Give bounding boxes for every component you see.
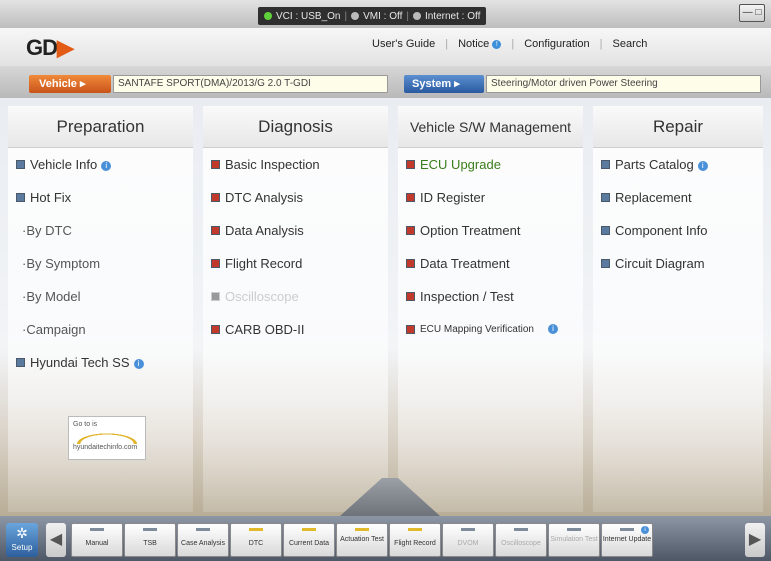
system-button[interactable]: System ▸ bbox=[404, 75, 484, 93]
gds-logo: GD▶ bbox=[26, 35, 74, 60]
data-analysis-item[interactable]: Data Analysis bbox=[203, 214, 388, 247]
main-panel: Preparation Vehicle Info i Hot Fix ·By DT… bbox=[0, 98, 771, 516]
vehicle-sw-management-column: Vehicle S/W Management ECU Upgrade ID Re… bbox=[398, 106, 583, 512]
vci-status: VCI : USB_On bbox=[276, 10, 341, 22]
scroll-left-button[interactable]: ◀ bbox=[46, 523, 66, 557]
connection-status-strip: VCI : USB_On | VMI : Off | Internet : Of… bbox=[258, 7, 487, 25]
blue-square-icon bbox=[16, 193, 25, 202]
repair-heading: Repair bbox=[593, 106, 763, 148]
current-data-tool[interactable]: Current Data bbox=[283, 523, 335, 557]
blue-square-icon bbox=[601, 259, 610, 268]
red-square-icon bbox=[211, 259, 220, 268]
notice-badge-icon: ! bbox=[492, 39, 502, 49]
hyundai-techinfo-logo[interactable]: Go to is hyundaitechinfo.com bbox=[68, 416, 146, 460]
red-square-icon bbox=[211, 193, 220, 202]
blue-square-icon bbox=[601, 193, 610, 202]
vehicle-system-bar: Vehicle ▸ SANTAFE SPORT(DMA)/2013/G 2.0 … bbox=[0, 66, 771, 98]
blue-square-icon bbox=[16, 160, 25, 169]
diagnosis-heading: Diagnosis bbox=[203, 106, 388, 148]
internet-status-icon bbox=[412, 12, 421, 20]
vehicle-info-item[interactable]: Vehicle Info i bbox=[8, 148, 193, 181]
red-square-icon bbox=[406, 160, 415, 169]
id-register-item[interactable]: ID Register bbox=[398, 181, 583, 214]
case-analysis-tool[interactable]: Case Analysis bbox=[177, 523, 229, 557]
blue-square-icon bbox=[601, 226, 610, 235]
by-symptom-item[interactable]: ·By Symptom bbox=[8, 247, 193, 280]
diagnosis-column: Diagnosis Basic Inspection DTC Analysis … bbox=[203, 106, 388, 512]
vmi-status: VMI : Off bbox=[363, 10, 403, 22]
info-icon: i bbox=[101, 160, 112, 171]
users-guide-link[interactable]: User's Guide bbox=[372, 38, 435, 50]
parts-catalog-item[interactable]: Parts Catalog i bbox=[593, 148, 763, 181]
preparation-heading: Preparation bbox=[8, 106, 193, 148]
vci-status-icon bbox=[264, 12, 272, 20]
option-treatment-item[interactable]: Option Treatment bbox=[398, 214, 583, 247]
red-square-icon bbox=[406, 193, 415, 202]
replacement-item[interactable]: Replacement bbox=[593, 181, 763, 214]
red-square-icon bbox=[406, 292, 415, 301]
inspection-test-item[interactable]: Inspection / Test bbox=[398, 280, 583, 313]
internet-update-tool[interactable]: i Internet Update bbox=[601, 523, 653, 557]
search-link[interactable]: Search bbox=[613, 38, 648, 50]
info-icon: i bbox=[133, 358, 144, 369]
dvom-tool[interactable]: DVOM bbox=[442, 523, 494, 557]
vehicle-sw-management-heading: Vehicle S/W Management bbox=[398, 106, 583, 148]
info-icon: i bbox=[641, 526, 649, 534]
red-square-icon bbox=[406, 226, 415, 235]
repair-column: Repair Parts Catalog i Replacement Compon… bbox=[593, 106, 763, 512]
circuit-diagram-item[interactable]: Circuit Diagram bbox=[593, 247, 763, 280]
basic-inspection-item[interactable]: Basic Inspection bbox=[203, 148, 388, 181]
red-square-icon bbox=[211, 160, 220, 169]
red-square-icon bbox=[406, 259, 415, 268]
title-bar: VCI : USB_On | VMI : Off | Internet : Of… bbox=[0, 0, 771, 28]
top-nav: User's Guide | Notice ! | Configuration … bbox=[372, 38, 648, 50]
system-field: Steering/Motor driven Power Steering bbox=[486, 75, 761, 93]
actuation-test-tool[interactable]: Actuation Test bbox=[336, 523, 388, 557]
oscilloscope-item: Oscilloscope bbox=[203, 280, 388, 313]
carb-obd-item[interactable]: CARB OBD-II bbox=[203, 313, 388, 346]
app-header: GD▶ User's Guide | Notice ! | Configurat… bbox=[0, 28, 771, 66]
vmi-status-icon bbox=[351, 12, 360, 20]
red-square-icon bbox=[211, 325, 220, 334]
blue-square-icon bbox=[601, 160, 610, 169]
red-square-icon bbox=[211, 226, 220, 235]
scroll-right-button[interactable]: ▶ bbox=[745, 523, 765, 557]
dtc-analysis-item[interactable]: DTC Analysis bbox=[203, 181, 388, 214]
by-model-item[interactable]: ·By Model bbox=[8, 280, 193, 313]
minimize-button[interactable]: — □ bbox=[739, 4, 765, 22]
gear-icon: ✲ bbox=[16, 525, 28, 541]
oscilloscope-tool[interactable]: Oscilloscope bbox=[495, 523, 547, 557]
info-icon: i bbox=[697, 160, 708, 171]
vehicle-field: SANTAFE SPORT(DMA)/2013/G 2.0 T-GDI bbox=[113, 75, 388, 93]
internet-status: Internet : Off bbox=[424, 10, 481, 22]
preparation-column: Preparation Vehicle Info i Hot Fix ·By DT… bbox=[8, 106, 193, 512]
ecu-upgrade-item[interactable]: ECU Upgrade bbox=[398, 148, 583, 181]
component-info-item[interactable]: Component Info bbox=[593, 214, 763, 247]
configuration-link[interactable]: Configuration bbox=[524, 38, 589, 50]
flight-record-item[interactable]: Flight Record bbox=[203, 247, 388, 280]
blue-square-icon bbox=[16, 358, 25, 367]
dtc-tool[interactable]: DTC bbox=[230, 523, 282, 557]
hot-fix-item[interactable]: Hot Fix bbox=[8, 181, 193, 214]
hyundai-tech-ss-item[interactable]: Hyundai Tech SS i bbox=[8, 346, 193, 379]
flight-record-tool[interactable]: Flight Record bbox=[389, 523, 441, 557]
gray-square-icon bbox=[211, 292, 220, 301]
swoosh-icon bbox=[73, 432, 141, 444]
by-dtc-item[interactable]: ·By DTC bbox=[8, 214, 193, 247]
manual-tool[interactable]: Manual bbox=[71, 523, 123, 557]
setup-button[interactable]: ✲ Setup bbox=[6, 523, 38, 557]
info-icon: i bbox=[547, 324, 558, 335]
tool-strip: Manual TSB Case Analysis DTC Current Dat… bbox=[71, 523, 653, 557]
notice-link[interactable]: Notice ! bbox=[458, 38, 502, 50]
simulation-test-tool[interactable]: Simulation Test bbox=[548, 523, 600, 557]
tsb-tool[interactable]: TSB bbox=[124, 523, 176, 557]
ecu-mapping-verification-item[interactable]: ECU Mapping Verification i bbox=[398, 313, 583, 346]
red-square-icon bbox=[406, 325, 415, 334]
vehicle-button[interactable]: Vehicle ▸ bbox=[29, 75, 111, 93]
data-treatment-item[interactable]: Data Treatment bbox=[398, 247, 583, 280]
campaign-item[interactable]: ·Campaign bbox=[8, 313, 193, 346]
bottom-toolbar: ✲ Setup ◀ Manual TSB Case Analysis DTC C… bbox=[0, 516, 771, 561]
